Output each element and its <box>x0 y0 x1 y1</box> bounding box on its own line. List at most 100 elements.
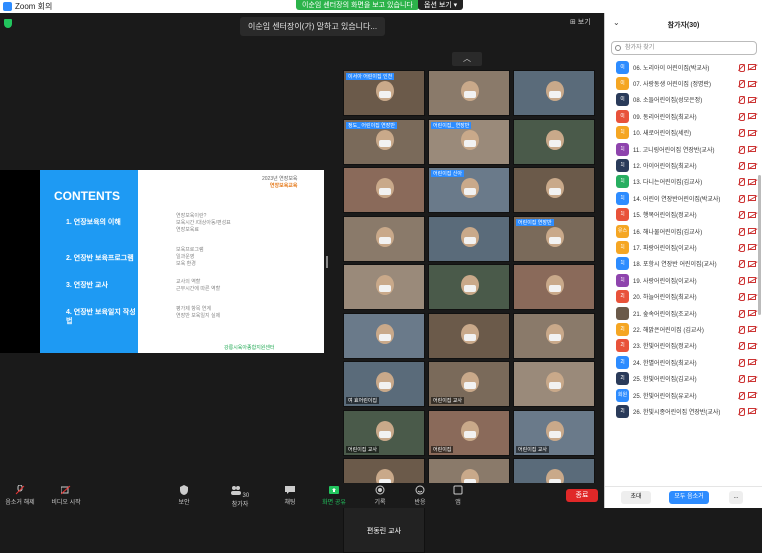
mic-muted-icon[interactable] <box>738 276 745 285</box>
video-tile[interactable] <box>343 167 425 213</box>
video-off-icon[interactable] <box>748 260 756 267</box>
mic-muted-icon[interactable] <box>738 342 745 351</box>
mic-muted-icon[interactable] <box>738 80 745 89</box>
end-meeting-button[interactable]: 종료 <box>566 489 598 502</box>
video-tile[interactable] <box>343 312 425 359</box>
participant-row[interactable]: 0| 08. 소들어린이집(성모은정) <box>611 92 759 108</box>
participant-row[interactable]: 1| 11. 고니링어린이집 연장반(교사) <box>611 141 759 157</box>
video-tile[interactable] <box>513 70 595 116</box>
mic-muted-icon[interactable] <box>738 227 745 236</box>
participant-row[interactable]: 1| 10. 새로어린이집(세린) <box>611 125 759 141</box>
video-off-icon[interactable] <box>748 162 756 169</box>
video-off-icon[interactable] <box>748 211 756 218</box>
video-off-icon[interactable] <box>748 178 756 185</box>
record-button[interactable]: 기록 <box>368 485 392 506</box>
participant-row[interactable]: 1| 15. 행복어린이집(정교사) <box>611 207 759 223</box>
video-off-icon[interactable] <box>748 64 756 71</box>
video-tile[interactable] <box>428 70 510 116</box>
mic-muted-icon[interactable] <box>738 162 745 171</box>
video-off-icon[interactable] <box>748 244 756 251</box>
encryption-shield-icon[interactable] <box>4 19 12 28</box>
share-screen-button[interactable]: 화면 공유 <box>318 485 350 506</box>
reactions-button[interactable]: 반응 <box>408 485 432 506</box>
video-tile[interactable] <box>513 361 595 407</box>
mic-muted-icon[interactable] <box>738 325 745 334</box>
security-button[interactable]: 보안 <box>170 485 198 506</box>
mic-muted-icon[interactable] <box>738 293 745 302</box>
participant-row[interactable]: 2| 26. 한빛시종어린이집 연장반(교사) <box>611 403 759 419</box>
mic-muted-icon[interactable] <box>738 358 745 367</box>
mic-muted-icon[interactable] <box>738 129 745 138</box>
participant-row[interactable]: 0| 07. 사랑동생 어린이집 (정명란) <box>611 75 759 91</box>
participant-row[interactable]: 1| 19. 사랑어린이집(이교사) <box>611 272 759 288</box>
more-options-button[interactable]: ... <box>729 491 743 504</box>
mic-muted-icon[interactable] <box>738 260 745 269</box>
video-tile[interactable]: 어린이집 교사 <box>428 361 510 407</box>
participant-row[interactable]: 1| 12. 아이어린이집(최교사) <box>611 157 759 173</box>
video-off-icon[interactable] <box>748 342 756 349</box>
video-off-icon[interactable] <box>748 277 756 284</box>
video-tile[interactable]: 이서아 어린이집 인천 <box>343 70 425 116</box>
video-tile[interactable] <box>343 264 425 310</box>
video-off-icon[interactable] <box>748 375 756 382</box>
video-tile[interactable] <box>513 264 595 310</box>
video-tile[interactable]: 편동린 교사 <box>343 506 425 553</box>
video-off-icon[interactable] <box>748 392 756 398</box>
video-tile[interactable]: 정도_ 어린이집 연장반 <box>343 118 425 165</box>
mic-muted-icon[interactable] <box>738 112 745 121</box>
participant-row[interactable]: 1| 17. 파랑어린이집(이교사) <box>611 239 759 255</box>
collapse-gallery-icon[interactable]: ︿ <box>452 52 482 66</box>
mic-muted-icon[interactable] <box>738 96 745 105</box>
participant-row[interactable]: 1| 13. 다니는어린이집(김교사) <box>611 174 759 190</box>
mic-muted-icon[interactable] <box>738 211 745 220</box>
mic-muted-icon[interactable] <box>738 243 745 252</box>
video-off-icon[interactable] <box>748 310 756 317</box>
mic-muted-icon[interactable] <box>738 407 745 416</box>
video-tile[interactable]: 어린이집 교사 <box>513 409 595 456</box>
split-resize-handle[interactable] <box>326 256 328 268</box>
view-button[interactable]: ⊞ 보기 <box>570 17 591 27</box>
video-tile[interactable] <box>428 264 510 310</box>
mic-muted-icon[interactable] <box>738 375 745 384</box>
video-off-icon[interactable] <box>748 146 756 153</box>
participant-row[interactable]: 2| 25. 한빛어린이집(김교사) <box>611 370 759 386</box>
video-tile[interactable] <box>428 312 510 359</box>
video-tile[interactable]: 어린이집 신아 <box>428 167 510 213</box>
mic-muted-icon[interactable] <box>738 391 745 400</box>
invite-button[interactable]: 초대 <box>621 491 651 504</box>
video-tile[interactable] <box>513 312 595 359</box>
participant-row[interactable]: 1| 18. 포항시 연장반 어린이집(교사) <box>611 256 759 272</box>
video-off-icon[interactable] <box>748 113 756 120</box>
video-tile[interactable]: 어린이집 교사 <box>343 409 425 456</box>
video-tile[interactable]: 어린이집 <box>428 409 510 456</box>
video-off-icon[interactable] <box>748 195 756 202</box>
video-tile[interactable]: 어린이집 연장반 <box>513 215 595 262</box>
video-off-icon[interactable] <box>748 408 756 415</box>
participants-button[interactable]: 30 참가자 <box>222 485 258 508</box>
video-tile[interactable] <box>513 167 595 213</box>
mic-muted-icon[interactable] <box>738 178 745 187</box>
video-off-icon[interactable] <box>748 359 756 366</box>
video-off-icon[interactable] <box>748 228 756 235</box>
video-off-icon[interactable] <box>748 326 756 333</box>
mute-all-button[interactable]: 모두 음소거 <box>669 491 709 504</box>
mic-muted-icon[interactable] <box>738 309 745 318</box>
start-video-button[interactable]: 비디오 시작 <box>48 485 84 506</box>
participant-row[interactable]: 21. 숲속어린이집(조교사) <box>611 305 759 321</box>
participant-row[interactable]: 2| 22. 해맑은어린이집 (김교사) <box>611 321 759 337</box>
participant-row[interactable]: 1| 14. 어린이 연장반어린이집(박교사) <box>611 190 759 206</box>
video-off-icon[interactable] <box>748 129 756 136</box>
participant-row[interactable]: 2| 23. 한빛어린이집(정교사) <box>611 338 759 354</box>
participant-row[interactable]: 0| 09. 동리어린이집(최교사) <box>611 108 759 124</box>
video-off-icon[interactable] <box>748 96 756 103</box>
participant-row[interactable]: 2| 24. 한별어린이집(최교사) <box>611 354 759 370</box>
video-tile[interactable]: 여 효어린이집 <box>343 361 425 407</box>
mic-muted-icon[interactable] <box>738 194 745 203</box>
participant-search-input[interactable]: 참가자 찾기 <box>611 41 757 55</box>
mic-muted-icon[interactable] <box>738 63 745 72</box>
unmute-button[interactable]: 음소거 해제 <box>2 485 38 506</box>
participant-list-scrollbar[interactable] <box>758 175 761 315</box>
mic-muted-icon[interactable] <box>738 145 745 154</box>
view-options-button[interactable]: 옵션 보기 ▾ <box>418 0 464 10</box>
video-tile[interactable]: 어린이집_ 연장반 <box>428 118 510 165</box>
